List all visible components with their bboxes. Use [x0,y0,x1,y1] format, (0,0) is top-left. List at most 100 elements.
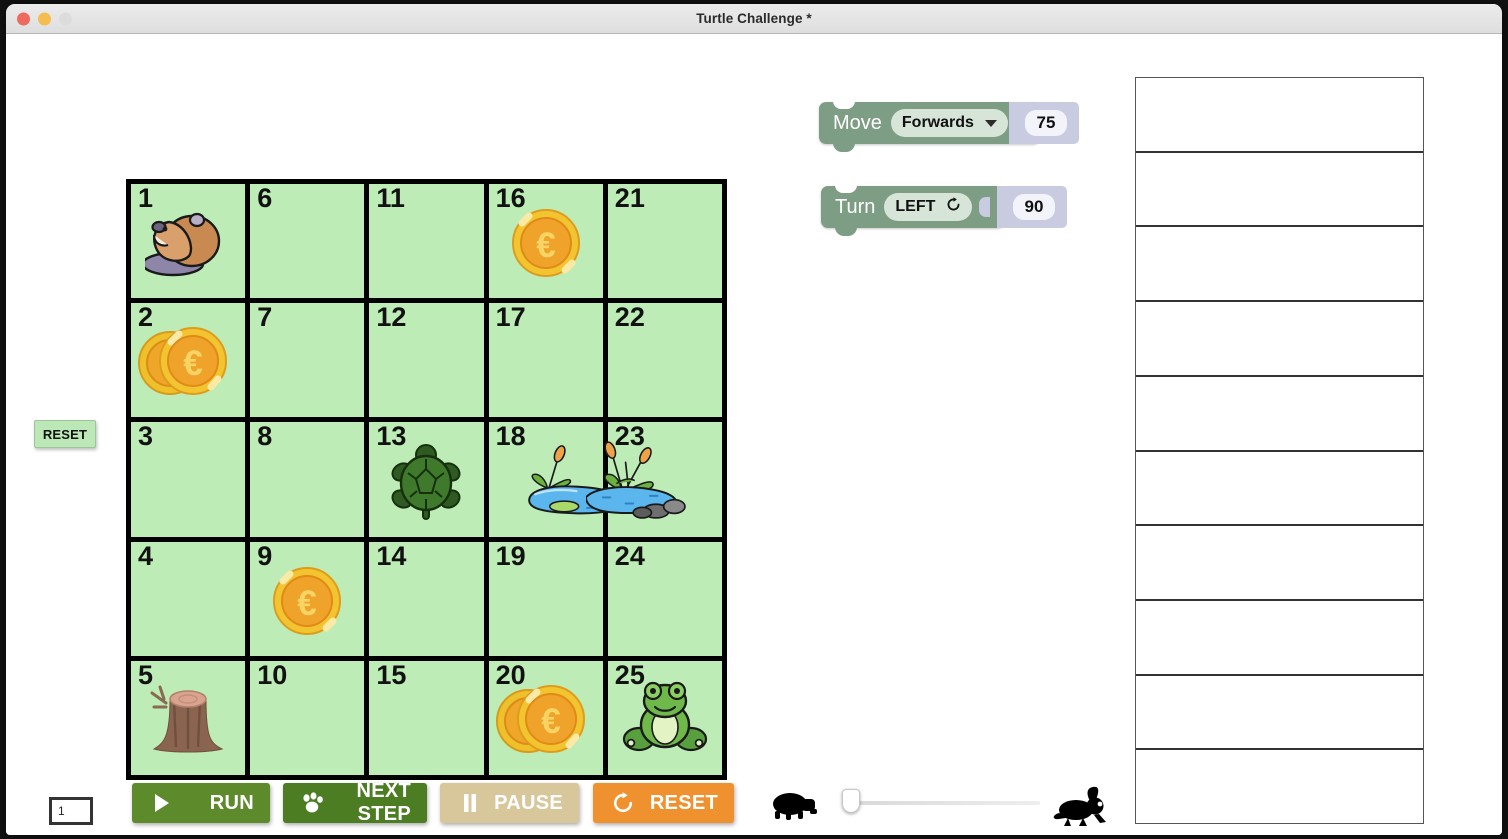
board-cell[interactable]: 11 [369,183,484,299]
cell-number: 11 [376,183,405,213]
cell-number: 3 [138,421,154,452]
board-cell[interactable]: 9 € [250,540,365,656]
turn-value-socket [979,186,995,228]
pause-button-label: PAUSE [494,791,563,814]
turn-direction-dropdown[interactable]: LEFT [884,193,973,221]
board-cell[interactable]: 18 [488,421,626,537]
speed-slider-thumb[interactable] [842,789,860,813]
close-window-button[interactable] [17,12,30,25]
board-cell[interactable]: 24 [607,540,722,656]
cell-number: 8 [257,421,273,452]
program-slot[interactable] [1136,600,1423,676]
game-board: 1 6 11 16 € 21 2 € 7 12 17 22 3 8 13 18 … [126,179,727,780]
coin-icon: € [273,566,342,635]
cell-number: 5 [138,659,154,690]
next-step-button[interactable]: NEXT STEP [283,780,427,825]
turn-block-body[interactable]: Turn LEFT [821,185,1005,236]
titlebar: Turtle Challenge * [6,4,1502,34]
reset-button[interactable]: RESET [593,783,734,823]
run-button-label: RUN [209,791,254,814]
rotate-clockwise-icon [946,197,961,217]
move-value-block[interactable]: 75 [1009,102,1079,144]
cell-number: 17 [495,302,526,333]
window-title: Turtle Challenge * [696,11,812,26]
run-button[interactable]: RUN [132,783,270,823]
move-direction-dropdown[interactable]: Forwards [890,109,1008,137]
program-slot[interactable] [1136,227,1423,303]
cell-number: 13 [376,421,407,452]
chevron-down-icon [984,119,997,127]
board-cell[interactable]: 2 € [131,302,246,418]
turn-value-input[interactable]: 90 [1013,194,1055,220]
program-slot[interactable] [1136,302,1423,377]
board-cell[interactable]: 6 [250,183,365,299]
cell-number: 6 [257,183,273,213]
minimize-window-button[interactable] [38,12,51,25]
refresh-circle-icon [609,792,637,814]
board-cell[interactable]: 25 [607,660,722,775]
speed-slider-area[interactable] [762,777,1112,831]
board-cell[interactable]: 15 [369,659,484,775]
program-slot[interactable] [1136,526,1423,601]
turn-direction-value: LEFT [895,198,936,215]
program-slot[interactable] [1136,152,1423,228]
board-cell[interactable]: 4 [131,540,246,656]
next-step-button-label: NEXT STEP [356,780,411,825]
board-cell[interactable]: 19 [488,540,603,656]
board-cell[interactable]: 7 [250,302,365,418]
turn-block[interactable]: Turn LEFT 90 [821,185,1067,236]
board-cell[interactable]: 13 [369,421,484,537]
svg-text:€: € [536,226,555,265]
cell-number: 2 [138,302,154,333]
traffic-lights [17,12,72,25]
cell-number: 10 [257,659,288,690]
program-slot[interactable] [1136,675,1423,751]
cell-number: 24 [614,540,645,571]
program-slot[interactable] [1136,376,1423,452]
cell-number: 4 [138,540,154,571]
turn-value-block[interactable]: 90 [997,186,1067,228]
cell-number: 9 [257,540,273,571]
cell-number: 22 [614,302,645,333]
move-block[interactable]: Move Forwards 75 [819,101,1079,152]
board-cell[interactable]: 10 [250,659,365,775]
cell-number: 21 [614,183,645,213]
cell-number: 15 [376,659,407,690]
cell-number: 18 [495,421,526,452]
program-slot[interactable] [1136,451,1423,527]
pause-icon [456,793,484,813]
board-cell[interactable]: 14 [369,540,484,656]
pause-button[interactable]: PAUSE [440,783,579,823]
board-cell[interactable]: 23 [585,421,722,537]
board-cell[interactable]: 22 [607,302,722,418]
board-cell[interactable]: 3 [131,421,246,537]
blocks-workspace[interactable]: Move Forwards 75 Turn LEFT 90 [811,94,1111,264]
svg-text:€: € [541,702,560,741]
main-canvas: RESET 1 6 11 16 € 21 2 € 7 12 17 22 3 8 … [6,34,1502,835]
cell-number: 1 [138,183,154,213]
paw-print-icon [299,792,327,814]
board-cell[interactable]: 17 [488,302,603,418]
board-cell[interactable]: 1 [131,183,246,299]
cell-number: 12 [376,302,407,333]
svg-text:€: € [183,344,202,383]
board-cell[interactable]: 20 € [488,660,603,775]
board-cell[interactable]: 5 [131,659,246,775]
cell-number: 19 [495,540,526,571]
board-reset-button[interactable]: RESET [34,420,96,448]
board-cell[interactable]: 16 € [488,184,603,299]
program-slots-panel[interactable] [1135,77,1424,824]
playback-toolbar: RUN NEXT STEP PAUSE RESET [6,780,1502,827]
cell-number: 14 [376,540,407,571]
board-cell[interactable]: 8 [250,421,365,537]
move-value-input[interactable]: 75 [1025,110,1067,136]
move-block-body[interactable]: Move Forwards [819,101,1040,152]
speed-slider-track[interactable] [846,801,1040,805]
program-slot[interactable] [1136,78,1423,153]
cell-number: 7 [257,302,273,333]
board-cell[interactable]: 12 [369,302,484,418]
move-direction-value: Forwards [901,114,974,131]
board-cell[interactable]: 21 [607,183,722,299]
cell-number: 23 [614,421,645,452]
reset-button-label: RESET [649,791,718,814]
